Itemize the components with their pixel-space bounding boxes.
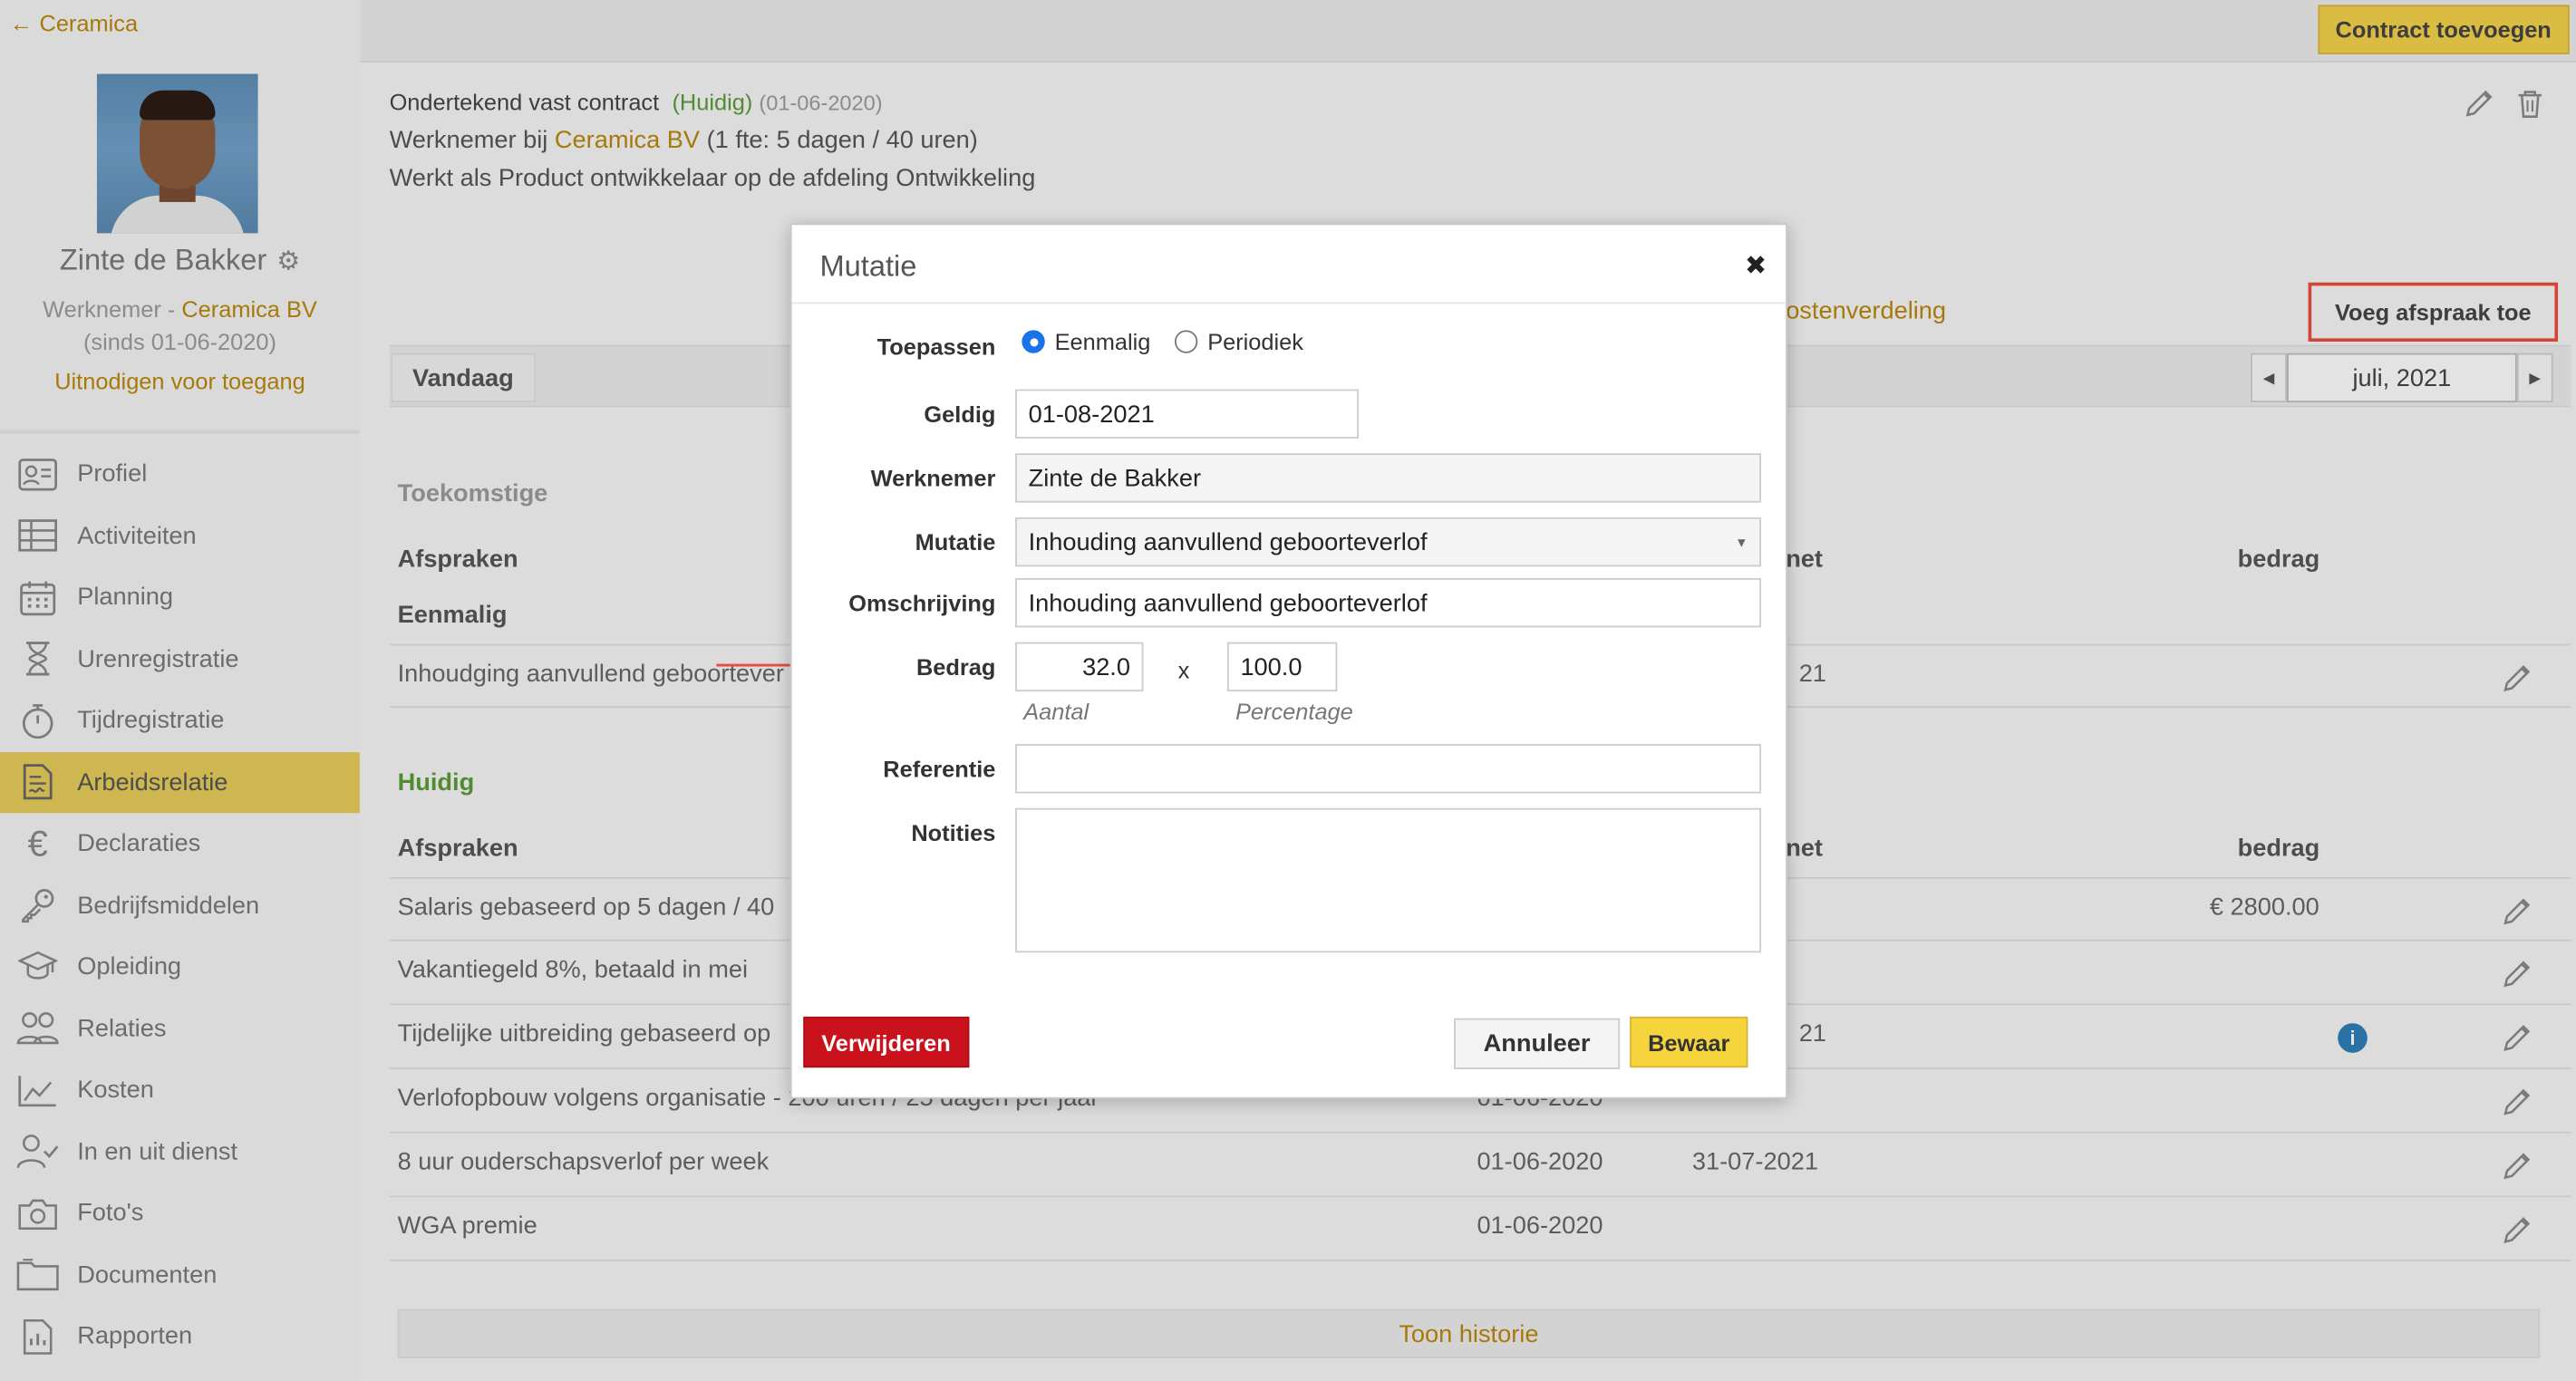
geldig-date-field[interactable]: 01-08-2021 [1015,389,1359,439]
percentage-field[interactable]: 100.0 [1226,642,1338,692]
mutatie-select-value: Inhouding aanvullend geboorteverlof [1028,527,1428,556]
geldig-label: Geldig [924,401,996,428]
mutatie-dialog: Mutatie ✖ Toepassen Eenmalig Periodiek G… [789,223,1787,1099]
percentage-hint: Percentage [1235,698,1353,725]
save-button[interactable]: Bewaar [1630,1016,1748,1068]
omschrijving-field[interactable]: Inhouding aanvullend geboorteverlof [1015,578,1761,628]
werknemer-label: Werknemer [870,464,996,491]
referentie-label: Referentie [883,755,996,782]
notities-label: Notities [911,819,996,846]
cancel-button[interactable]: Annuleer [1454,1018,1621,1069]
bedrag-label: Bedrag [915,653,996,681]
radio-eenmalig-checked-icon[interactable] [1022,330,1045,353]
mutatie-label: Mutatie [915,528,996,555]
toepassen-label: Toepassen [876,333,996,360]
delete-button[interactable]: Verwijderen [803,1016,969,1068]
mutatie-select[interactable]: Inhouding aanvullend geboorteverlof ▼ [1015,517,1761,567]
aantal-hint: Aantal [1023,698,1089,725]
radio-periodiek-unchecked-icon[interactable] [1174,330,1198,353]
radio-periodiek[interactable]: Periodiek [1174,328,1303,355]
chevron-down-icon: ▼ [1735,535,1748,551]
radio-periodiek-label: Periodiek [1207,328,1303,355]
multiply-sign: x [1177,657,1190,683]
aantal-field[interactable]: 32.0 [1015,642,1144,692]
omschrijving-label: Omschrijving [848,589,996,616]
radio-eenmalig[interactable]: Eenmalig [1022,329,1150,355]
dialog-header: Mutatie ✖ [791,225,1787,304]
dialog-title: Mutatie [819,249,917,283]
radio-eenmalig-label: Eenmalig [1054,328,1151,355]
notities-textarea[interactable] [1015,807,1761,953]
referentie-field[interactable] [1015,744,1761,794]
werknemer-field[interactable]: Zinte de Bakker [1015,453,1761,503]
close-icon[interactable]: ✖ [1745,250,1767,283]
